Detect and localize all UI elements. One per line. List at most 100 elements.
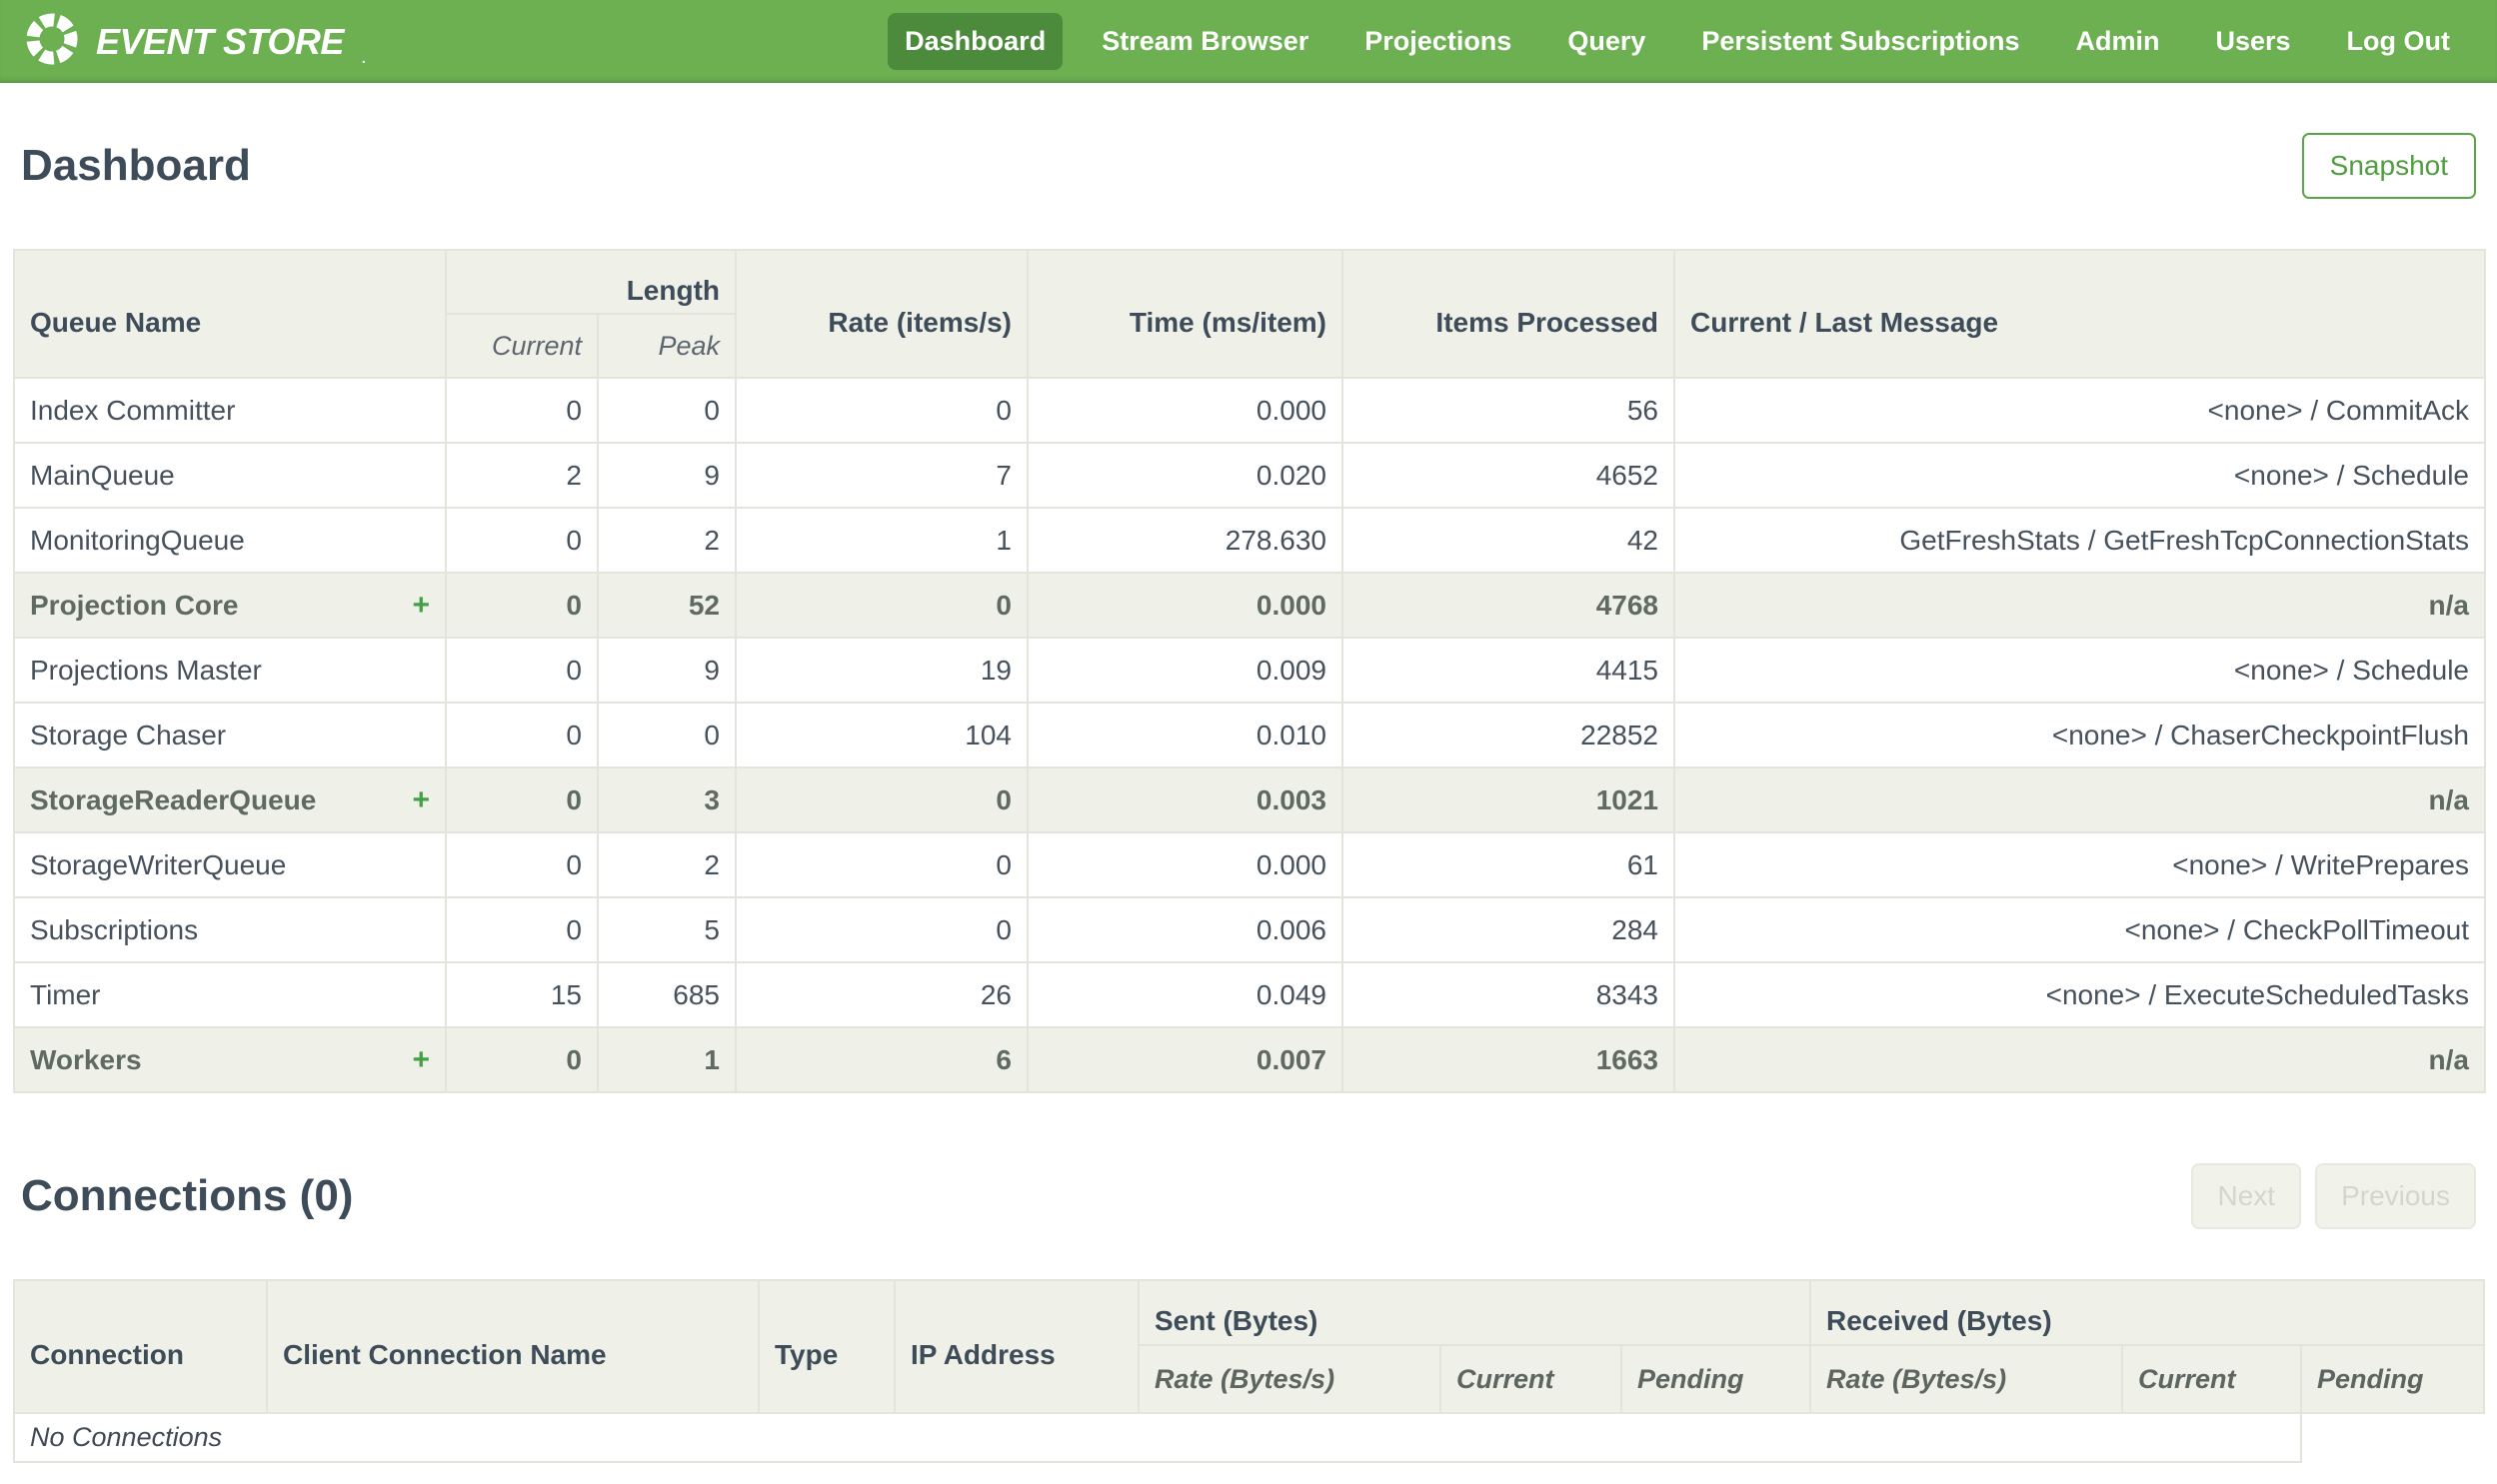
previous-button[interactable]: Previous <box>2315 1163 2476 1229</box>
nav-item-stream-browser[interactable]: Stream Browser <box>1085 13 1325 70</box>
queue-time-cell: 0.000 <box>1027 572 1343 639</box>
queue-rate-cell: 0 <box>735 766 1029 833</box>
connections-table-header: Connection Client Connection Name Type I… <box>13 1279 2486 1414</box>
queue-current-cell: 0 <box>445 702 599 768</box>
queue-time-cell: 0.003 <box>1027 766 1343 833</box>
top-navbar: EVENT STORE . Dashboard Stream Browser P… <box>0 0 2497 83</box>
nav-item-users[interactable]: Users <box>2198 13 2307 70</box>
col-type: Type <box>758 1279 896 1414</box>
queue-current-cell: 0 <box>445 1026 599 1093</box>
snapshot-button[interactable]: Snapshot <box>2301 133 2476 199</box>
queue-peak-cell: 2 <box>597 831 737 898</box>
queue-time-cell: 0.049 <box>1027 961 1343 1028</box>
queue-time-cell: 0.006 <box>1027 896 1343 963</box>
brand-name: EVENT STORE <box>96 20 344 62</box>
queue-time-cell: 278.630 <box>1027 507 1343 574</box>
queue-rate-cell: 0 <box>735 896 1029 963</box>
connections-header: Connections (0) Next Previous <box>0 1093 2497 1279</box>
nav-item-projections[interactable]: Projections <box>1347 13 1528 70</box>
queue-row: StorageWriterQueue 0 2 0 0.000 61 <none>… <box>13 831 2486 898</box>
nav-item-persistent-subscriptions[interactable]: Persistent Subscriptions <box>1684 13 2036 70</box>
connections-table: Connection Client Connection Name Type I… <box>13 1279 2486 1463</box>
queue-time-cell: 0.010 <box>1027 702 1343 768</box>
queue-message-cell: <none> / Schedule <box>1673 442 2486 509</box>
col-received-pending: Pending <box>2299 1344 2486 1414</box>
queue-name-cell: MainQueue <box>13 442 447 509</box>
queue-name-cell: MonitoringQueue <box>13 507 447 574</box>
queue-name-cell: Timer <box>13 961 447 1028</box>
queue-message-cell: GetFreshStats / GetFreshTcpConnectionSta… <box>1673 507 2486 574</box>
queue-name-cell: Projections Master <box>13 637 447 704</box>
queue-name-label: Workers <box>30 1043 142 1075</box>
queue-rate-cell: 6 <box>735 1026 1029 1093</box>
col-sent-rate: Rate (Bytes/s) <box>1138 1344 1441 1414</box>
empty-cell <box>2301 1413 2485 1462</box>
queue-items-cell: 56 <box>1341 377 1675 444</box>
queue-name-cell: Workers + <box>13 1026 447 1093</box>
col-sent-pending: Pending <box>1620 1344 1811 1414</box>
no-connections-message: No Connections <box>13 1412 2302 1463</box>
queue-current-cell: 0 <box>445 572 599 639</box>
queue-items-cell: 42 <box>1341 507 1675 574</box>
col-length-current: Current <box>445 313 599 379</box>
col-message: Current / Last Message <box>1673 249 2486 379</box>
queue-rate-cell: 0 <box>735 572 1029 639</box>
queue-rate-cell: 1 <box>735 507 1029 574</box>
col-rate: Rate (items/s) <box>735 249 1029 379</box>
queue-rate-cell: 0 <box>735 377 1029 444</box>
col-sent-current: Current <box>1439 1344 1622 1414</box>
queue-message-cell: <none> / Schedule <box>1673 637 2486 704</box>
col-queue-name: Queue Name <box>13 249 447 379</box>
queue-current-cell: 0 <box>445 507 599 574</box>
queue-rate-cell: 26 <box>735 961 1029 1028</box>
queue-row-group: Projection Core + 0 52 0 0.000 4768 n/a <box>13 572 2486 639</box>
queue-time-cell: 0.009 <box>1027 637 1343 704</box>
expand-plus-icon[interactable]: + <box>412 784 430 815</box>
nav-item-query[interactable]: Query <box>1550 13 1662 70</box>
col-ip-address: IP Address <box>894 1279 1140 1414</box>
queue-items-cell: 61 <box>1341 831 1675 898</box>
queue-row: MainQueue 2 9 7 0.020 4652 <none> / Sche… <box>13 442 2486 509</box>
queues-table: Queue Name Length Rate (items/s) Time (m… <box>13 249 2486 1093</box>
col-items-processed: Items Processed <box>1341 249 1675 379</box>
queue-row: Storage Chaser 0 0 104 0.010 22852 <none… <box>13 702 2486 768</box>
connections-title: Connections (0) <box>21 1171 354 1220</box>
queue-peak-cell: 9 <box>597 442 737 509</box>
queue-name-cell: Subscriptions <box>13 896 447 963</box>
queue-items-cell: 22852 <box>1341 702 1675 768</box>
queue-time-cell: 0.007 <box>1027 1026 1343 1093</box>
queue-message-cell: <none> / ChaserCheckpointFlush <box>1673 702 2486 768</box>
col-connection: Connection <box>13 1279 268 1414</box>
queue-rate-cell: 104 <box>735 702 1029 768</box>
no-connections-row: No Connections <box>13 1412 2485 1463</box>
queue-time-cell: 0.000 <box>1027 831 1343 898</box>
queue-items-cell: 1663 <box>1341 1026 1675 1093</box>
main-nav: Dashboard Stream Browser Projections Que… <box>888 13 2473 70</box>
expand-plus-icon[interactable]: + <box>412 1044 430 1075</box>
col-received-current: Current <box>2121 1344 2302 1414</box>
queue-message-cell: <none> / WritePrepares <box>1673 831 2486 898</box>
queue-name-label: StorageReaderQueue <box>30 783 317 815</box>
queue-peak-cell: 0 <box>597 702 737 768</box>
nav-item-dashboard[interactable]: Dashboard <box>888 13 1064 70</box>
queue-current-cell: 0 <box>445 377 599 444</box>
queue-items-cell: 284 <box>1341 896 1675 963</box>
col-received-rate: Rate (Bytes/s) <box>1809 1344 2123 1414</box>
queue-time-cell: 0.000 <box>1027 377 1343 444</box>
queue-message-cell: n/a <box>1673 766 2486 833</box>
queue-message-cell: <none> / CommitAck <box>1673 377 2486 444</box>
queue-peak-cell: 5 <box>597 896 737 963</box>
queue-row: Subscriptions 0 5 0 0.006 284 <none> / C… <box>13 896 2486 963</box>
queue-row-group: Workers + 0 1 6 0.007 1663 n/a <box>13 1026 2486 1093</box>
next-button[interactable]: Next <box>2191 1163 2302 1229</box>
brand[interactable]: EVENT STORE . <box>24 11 366 72</box>
col-length: Length <box>445 249 737 315</box>
queue-items-cell: 1021 <box>1341 766 1675 833</box>
queue-current-cell: 0 <box>445 831 599 898</box>
expand-plus-icon[interactable]: + <box>412 590 430 621</box>
nav-item-admin[interactable]: Admin <box>2058 13 2176 70</box>
queue-peak-cell: 0 <box>597 377 737 444</box>
nav-item-log-out[interactable]: Log Out <box>2330 13 2467 70</box>
queue-peak-cell: 685 <box>597 961 737 1028</box>
queue-peak-cell: 9 <box>597 637 737 704</box>
